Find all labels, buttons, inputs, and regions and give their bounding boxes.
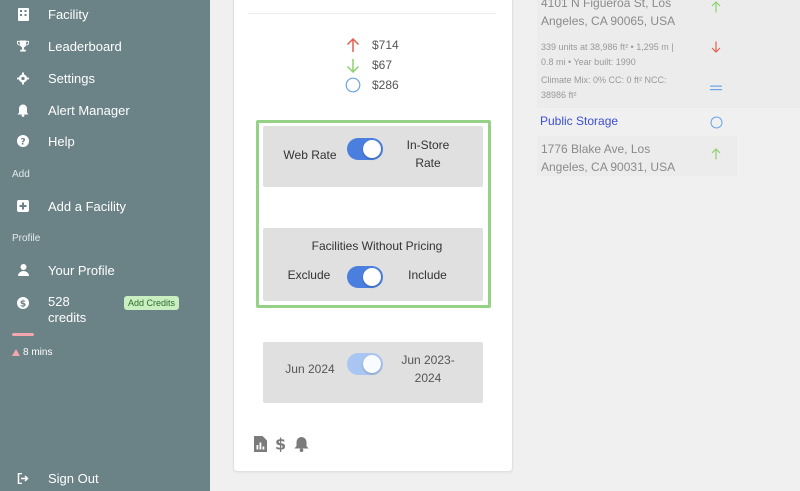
price-low-row: $67 bbox=[345, 57, 392, 73]
sign-out-icon bbox=[17, 472, 29, 484]
building-icon bbox=[17, 7, 29, 21]
credits-progress-bar bbox=[12, 333, 34, 336]
arrow-up-icon bbox=[709, 0, 723, 14]
sidebar-item-label: Sign Out bbox=[48, 470, 99, 486]
equals-icon bbox=[709, 81, 723, 95]
arrow-down-icon bbox=[345, 57, 361, 73]
facility-1-address: 4101 N Figueroa St, Los Angeles, CA 9006… bbox=[541, 0, 711, 30]
details-line: 339 units at 38,986 ft² • 1,295 m | bbox=[541, 42, 674, 52]
sidebar-item-label: Alert Manager bbox=[48, 102, 130, 118]
climate-line: 38986 ft² bbox=[541, 90, 577, 100]
dollar-circle-icon: $ bbox=[17, 296, 29, 314]
price-high-value: $714 bbox=[372, 38, 399, 52]
climate-line: Climate Mix: 0% CC: 0 ft² NCC: bbox=[541, 75, 667, 85]
report-icon[interactable] bbox=[254, 435, 267, 452]
user-icon bbox=[17, 264, 29, 276]
sidebar-item-your-profile[interactable]: Your Profile bbox=[0, 257, 210, 283]
credits-count: 528 bbox=[48, 294, 70, 309]
warning-icon bbox=[12, 349, 20, 356]
toggle-knob bbox=[363, 268, 381, 286]
price-low-value: $67 bbox=[372, 58, 393, 72]
sidebar-item-facility[interactable]: Facility bbox=[0, 1, 210, 27]
arrow-up-icon bbox=[709, 147, 723, 161]
sidebar-item-add-facility[interactable]: Add a Facility bbox=[0, 193, 210, 219]
sidebar-item-leaderboard[interactable]: Leaderboard bbox=[0, 33, 210, 59]
sidebar-item-label: Facility bbox=[48, 6, 89, 22]
date-toggle-switch[interactable] bbox=[347, 353, 383, 375]
sidebar-item-label: Help bbox=[48, 133, 75, 149]
price-mid-row: $286 bbox=[345, 77, 399, 93]
gear-icon bbox=[17, 72, 29, 84]
svg-text:$: $ bbox=[20, 299, 26, 309]
current-period-label: Jun 2024 bbox=[285, 362, 335, 376]
arrow-down-icon bbox=[709, 40, 723, 54]
sidebar-item-settings[interactable]: Settings bbox=[0, 65, 210, 91]
facilities-without-pricing-title: Facilities Without Pricing bbox=[311, 239, 443, 253]
timer-display: 8 mins bbox=[12, 347, 52, 358]
credits-display: 528 credits bbox=[48, 294, 86, 326]
card-divider bbox=[248, 13, 496, 14]
circle-icon bbox=[709, 115, 723, 129]
exclude-label: Exclude bbox=[287, 268, 331, 282]
facility-1-details: 339 units at 38,986 ft² • 1,295 m | 0.8 … bbox=[541, 40, 711, 70]
plus-square-icon bbox=[17, 200, 29, 212]
sidebar: Facility Leaderboard Settings Alert Mana… bbox=[0, 0, 210, 491]
sidebar-item-alert-manager[interactable]: Alert Manager bbox=[0, 97, 210, 123]
sidebar-item-label: Add a Facility bbox=[48, 198, 127, 214]
pricing-toggle-switch[interactable] bbox=[347, 266, 383, 288]
facility-1-climate: Climate Mix: 0% CC: 0 ft² NCC: 38986 ft² bbox=[541, 73, 711, 103]
include-label: Include bbox=[408, 268, 447, 282]
details-line: 0.8 mi • Year built: 1990 bbox=[541, 57, 636, 67]
arrow-up-icon bbox=[345, 37, 361, 53]
range-period-label: Jun 2023-2024 bbox=[401, 353, 455, 385]
rate-toggle-switch[interactable] bbox=[347, 138, 383, 160]
address-line: Angeles, CA 90065, USA bbox=[541, 14, 676, 28]
bell-icon bbox=[17, 104, 29, 117]
section-label-add: Add bbox=[12, 169, 30, 180]
price-mid-value: $286 bbox=[372, 78, 399, 92]
sidebar-item-label: Your Profile bbox=[48, 262, 115, 278]
toggle-knob bbox=[363, 355, 381, 373]
trophy-icon bbox=[17, 40, 29, 52]
sidebar-item-sign-out[interactable]: Sign Out bbox=[0, 465, 210, 491]
facility-2-name-link[interactable]: Public Storage bbox=[540, 114, 618, 128]
svg-text:$: $ bbox=[275, 435, 286, 452]
in-store-rate-label: In-Store Rate bbox=[406, 138, 450, 170]
facility-2-address: 1776 Blake Ave, Los Angeles, CA 90031, U… bbox=[541, 140, 711, 176]
sidebar-item-help[interactable]: ? Help bbox=[0, 128, 210, 154]
address-line: 4101 N Figueroa St, Los bbox=[541, 0, 672, 10]
add-credits-button[interactable]: Add Credits bbox=[124, 296, 180, 310]
web-rate-label: Web Rate bbox=[283, 148, 337, 162]
toggle-knob bbox=[363, 140, 381, 158]
card-action-icons: $ bbox=[254, 435, 309, 452]
sidebar-item-label: Leaderboard bbox=[48, 38, 122, 54]
svg-text:?: ? bbox=[20, 137, 25, 147]
help-icon: ? bbox=[17, 135, 29, 147]
sidebar-item-label: Settings bbox=[48, 70, 95, 86]
circle-icon bbox=[345, 77, 361, 93]
bell-icon[interactable] bbox=[294, 436, 309, 452]
price-high-row: $714 bbox=[345, 37, 399, 53]
section-label-profile: Profile bbox=[12, 233, 41, 244]
credits-word: credits bbox=[48, 310, 87, 325]
timer-text: 8 mins bbox=[23, 347, 53, 358]
address-line: 1776 Blake Ave, Los bbox=[541, 142, 651, 156]
address-line: Angeles, CA 90031, USA bbox=[541, 160, 676, 174]
dollar-icon[interactable]: $ bbox=[275, 435, 286, 452]
